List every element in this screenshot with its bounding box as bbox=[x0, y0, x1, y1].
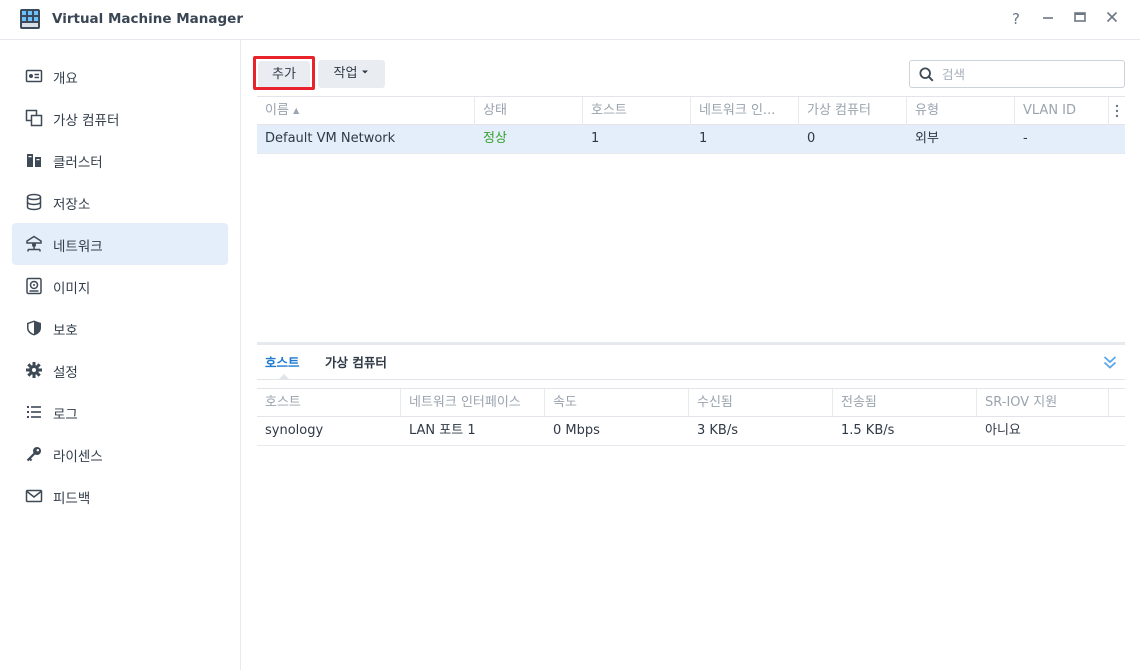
sidebar-item-virtual-machine[interactable]: 가상 컴퓨터 bbox=[12, 97, 228, 139]
action-button[interactable]: 작업 bbox=[318, 60, 385, 88]
sidebar-item-cluster[interactable]: 클러스터 bbox=[12, 139, 228, 181]
overview-icon bbox=[25, 69, 43, 83]
cell-sent: 1.5 KB/s bbox=[841, 423, 895, 438]
close-button[interactable] bbox=[1103, 10, 1121, 28]
sidebar: 개요 가상 컴퓨터 클러스터 저장소 네트워크 이미지 보호 설정 로그 라이센… bbox=[0, 40, 241, 670]
image-icon bbox=[26, 277, 42, 295]
column-header-name[interactable]: 이름 ▲ bbox=[257, 97, 475, 125]
column-header-host[interactable]: 호스트 bbox=[257, 389, 401, 417]
cell-status: 정상 bbox=[483, 131, 507, 146]
sidebar-item-label: 로그 bbox=[53, 407, 78, 423]
protection-icon bbox=[27, 320, 41, 336]
collapse-panel-icon[interactable] bbox=[1102, 353, 1118, 371]
sidebar-item-label: 가상 컴퓨터 bbox=[53, 113, 120, 129]
log-icon bbox=[27, 406, 41, 418]
column-header-sriov[interactable]: SR-IOV 지원 bbox=[977, 389, 1109, 417]
cell-vms: 0 bbox=[807, 131, 816, 146]
column-header-vms[interactable]: 가상 컴퓨터 bbox=[799, 97, 907, 125]
sidebar-item-protection[interactable]: 보호 bbox=[12, 307, 228, 349]
minimize-button[interactable] bbox=[1039, 10, 1057, 28]
caret-down-icon bbox=[362, 70, 369, 74]
app-title: Virtual Machine Manager bbox=[52, 11, 243, 27]
license-icon bbox=[26, 447, 41, 462]
sidebar-item-label: 저장소 bbox=[53, 197, 91, 213]
sidebar-item-log[interactable]: 로그 bbox=[12, 391, 228, 433]
virtual-machine-icon bbox=[25, 109, 43, 127]
network-icon bbox=[26, 235, 42, 252]
sidebar-item-settings[interactable]: 설정 bbox=[12, 349, 228, 391]
tab-host[interactable]: 호스트 bbox=[265, 352, 300, 371]
sidebar-item-label: 피드백 bbox=[53, 491, 91, 507]
cell-name: Default VM Network bbox=[265, 131, 396, 146]
sidebar-item-label: 클러스터 bbox=[53, 155, 103, 171]
sidebar-item-label: 이미지 bbox=[53, 281, 91, 297]
sort-ascending-icon: ▲ bbox=[293, 106, 300, 115]
cell-type: 외부 bbox=[915, 131, 939, 146]
sidebar-item-label: 설정 bbox=[53, 365, 78, 381]
settings-icon bbox=[26, 362, 42, 378]
cluster-icon bbox=[27, 154, 41, 167]
storage-icon bbox=[26, 193, 42, 211]
table-row[interactable]: Default VM Network 정상 1 1 0 외부 - bbox=[257, 125, 1125, 154]
host-table-header: 호스트 네트워크 인터페이스 속도 수신됨 전송됨 SR-IOV 지원 bbox=[257, 388, 1125, 417]
sidebar-item-storage[interactable]: 저장소 bbox=[12, 181, 228, 223]
host-table: 호스트 네트워크 인터페이스 속도 수신됨 전송됨 SR-IOV 지원 syno… bbox=[257, 388, 1125, 448]
tab-virtual-machine[interactable]: 가상 컴퓨터 bbox=[325, 352, 387, 371]
sidebar-item-label: 개요 bbox=[53, 71, 78, 87]
column-menu-button[interactable] bbox=[1109, 97, 1125, 125]
sidebar-item-label: 라이센스 bbox=[53, 449, 103, 465]
network-table: 이름 ▲ 상태 호스트 네트워크 인... 가상 컴퓨터 유형 VLAN ID … bbox=[257, 96, 1125, 342]
cell-received: 3 KB/s bbox=[697, 423, 738, 438]
maximize-icon bbox=[1074, 12, 1086, 22]
sidebar-item-overview[interactable]: 개요 bbox=[12, 55, 228, 97]
close-icon bbox=[1106, 11, 1118, 23]
detail-tab-bar: 호스트 가상 컴퓨터 bbox=[257, 345, 1125, 380]
vmm-app-icon bbox=[20, 9, 40, 29]
column-header-type[interactable]: 유형 bbox=[907, 97, 1015, 125]
sidebar-item-network[interactable]: 네트워크 bbox=[12, 223, 228, 265]
column-header-network-interface[interactable]: 네트워크 인터페이스 bbox=[401, 389, 545, 417]
search-input[interactable] bbox=[942, 65, 1117, 83]
column-header-vlan[interactable]: VLAN ID bbox=[1015, 97, 1109, 125]
action-button-label: 작업 bbox=[333, 66, 358, 81]
active-tab-indicator bbox=[278, 374, 290, 380]
feedback-icon bbox=[25, 489, 43, 503]
title-bar: Virtual Machine Manager ? bbox=[0, 0, 1140, 40]
sidebar-item-image[interactable]: 이미지 bbox=[12, 265, 228, 307]
cell-sriov: 아니요 bbox=[985, 423, 1021, 438]
cell-vlan: - bbox=[1023, 131, 1028, 146]
column-header-received[interactable]: 수신됨 bbox=[689, 389, 833, 417]
network-table-header: 이름 ▲ 상태 호스트 네트워크 인... 가상 컴퓨터 유형 VLAN ID bbox=[257, 96, 1125, 125]
cell-host: 1 bbox=[591, 131, 600, 146]
cell-speed: 0 Mbps bbox=[553, 423, 600, 438]
more-vertical-icon bbox=[1115, 104, 1119, 118]
sidebar-item-label: 보호 bbox=[53, 323, 78, 339]
sidebar-item-label: 네트워크 bbox=[53, 239, 103, 255]
cell-interface: 1 bbox=[699, 131, 708, 146]
column-header-speed[interactable]: 속도 bbox=[545, 389, 689, 417]
sidebar-item-license[interactable]: 라이센스 bbox=[12, 433, 228, 475]
column-header-interface[interactable]: 네트워크 인... bbox=[691, 97, 799, 125]
minimize-icon bbox=[1043, 17, 1053, 19]
search-icon bbox=[919, 67, 934, 82]
column-header-status[interactable]: 상태 bbox=[475, 97, 583, 125]
maximize-button[interactable] bbox=[1071, 10, 1089, 28]
help-button[interactable]: ? bbox=[1007, 10, 1025, 28]
cell-network-interface: LAN 포트 1 bbox=[409, 423, 476, 438]
cell-host: synology bbox=[265, 423, 324, 438]
table-row[interactable]: synology LAN 포트 1 0 Mbps 3 KB/s 1.5 KB/s… bbox=[257, 417, 1125, 446]
add-button-highlight bbox=[253, 56, 315, 90]
column-header-sent[interactable]: 전송됨 bbox=[833, 389, 977, 417]
sidebar-item-feedback[interactable]: 피드백 bbox=[12, 475, 228, 517]
search-box[interactable] bbox=[909, 60, 1125, 88]
column-header-host[interactable]: 호스트 bbox=[583, 97, 691, 125]
